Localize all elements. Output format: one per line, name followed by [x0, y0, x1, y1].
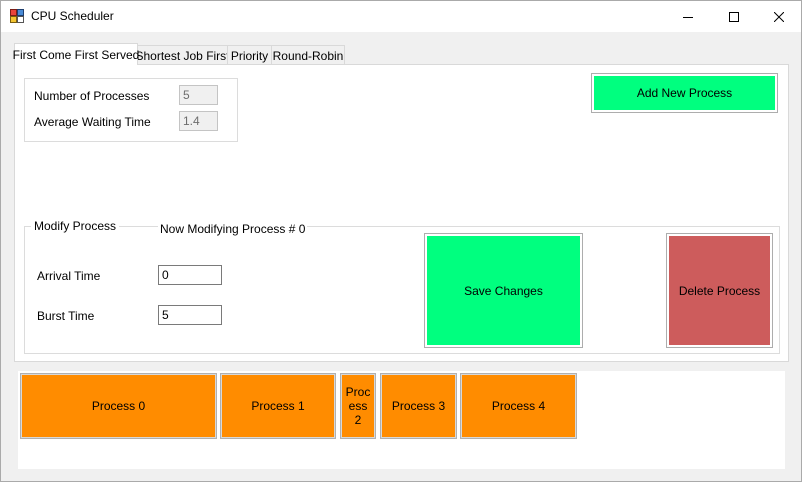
tab-round-robin[interactable]: Round-Robin — [271, 45, 345, 65]
arrival-time-input[interactable] — [158, 265, 222, 285]
num-processes-label: Number of Processes — [34, 89, 150, 103]
gantt-chart-panel: Process 0 Process 1 Process 2 Process 3 … — [18, 371, 785, 469]
maximize-button[interactable] — [711, 1, 757, 32]
add-process-button[interactable]: Add New Process — [591, 73, 778, 113]
app-icon — [10, 9, 24, 23]
burst-time-input[interactable] — [158, 305, 222, 325]
minimize-button[interactable] — [665, 1, 711, 32]
gantt-process-3[interactable]: Process 3 — [380, 373, 457, 439]
avg-waiting-time-label: Average Waiting Time — [34, 115, 151, 129]
close-button[interactable] — [756, 1, 802, 32]
modify-process-group: Modify Process Now Modifying Process # 0… — [24, 219, 780, 354]
minimize-icon — [683, 16, 693, 18]
add-process-label: Add New Process — [594, 76, 775, 110]
save-changes-label: Save Changes — [427, 236, 580, 345]
tab-sjf[interactable]: Shortest Job First — [135, 45, 230, 65]
arrival-time-label: Arrival Time — [37, 269, 101, 283]
maximize-icon — [729, 11, 739, 22]
close-icon — [774, 11, 784, 22]
window-title: CPU Scheduler — [31, 9, 114, 23]
avg-waiting-time-field: 1.4 — [179, 111, 218, 131]
fcfs-tab-page: Number of Processes 5 Average Waiting Ti… — [14, 64, 789, 362]
delete-process-button[interactable]: Delete Process — [666, 233, 773, 348]
num-processes-field: 5 — [179, 85, 218, 105]
modify-process-title: Modify Process — [31, 219, 120, 233]
gantt-process-1[interactable]: Process 1 — [220, 373, 336, 439]
gantt-process-4[interactable]: Process 4 — [460, 373, 577, 439]
app-window: CPU Scheduler First Come First Served Sh… — [0, 0, 802, 482]
tab-priority[interactable]: Priority — [227, 45, 272, 65]
now-modifying-label: Now Modifying Process # 0 — [158, 222, 308, 236]
gantt-process-0[interactable]: Process 0 — [20, 373, 217, 439]
title-bar: CPU Scheduler — [1, 1, 801, 32]
gantt-process-2[interactable]: Process 2 — [340, 373, 376, 439]
save-changes-button[interactable]: Save Changes — [424, 233, 583, 348]
delete-process-label: Delete Process — [669, 236, 770, 345]
summary-group: Number of Processes 5 Average Waiting Ti… — [24, 78, 238, 142]
burst-time-label: Burst Time — [37, 309, 95, 323]
tab-fcfs[interactable]: First Come First Served — [13, 43, 139, 65]
